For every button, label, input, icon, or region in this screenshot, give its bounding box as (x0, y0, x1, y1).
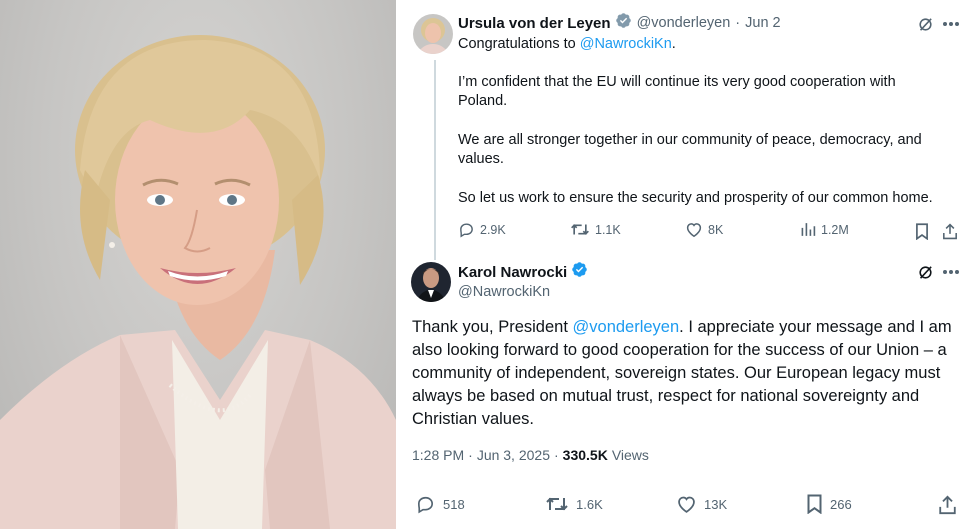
tweet1-intro-end: . (671, 36, 676, 52)
tweet2-repost-button[interactable]: 1.6K (545, 494, 603, 514)
tweet2-time[interactable]: 1:28 PM (412, 447, 464, 463)
tweet1-repost-button[interactable]: 1.1K (570, 221, 621, 238)
tweet2-separator: · (468, 447, 473, 463)
reply-icon (417, 496, 434, 514)
tweet2-reposts: 1.6K (576, 496, 603, 512)
tweet1-paragraph-1: I’m confident that the EU will continue … (458, 74, 896, 109)
grey-verified-badge-icon (615, 12, 632, 34)
tweet1-intro-text: Congratulations to (458, 36, 576, 52)
tweet1-handle[interactable]: @vonderleyen (637, 15, 731, 31)
karol-avatar-image (411, 262, 451, 302)
tweet2-header: Karol Nawrocki (458, 262, 588, 282)
tweet1-replies: 2.9K (480, 222, 506, 237)
tweet1-bookmark-icon[interactable] (912, 221, 932, 241)
tweet2-view-count: 330.5K (562, 447, 608, 463)
tweet1-likes: 8K (708, 222, 724, 237)
karol-avatar[interactable] (411, 262, 451, 302)
tweet2-separator-2: · (553, 447, 559, 463)
grok-icon[interactable] (914, 14, 936, 34)
repost-icon (546, 497, 568, 511)
tweet1-reply-button[interactable]: 2.9K (458, 221, 506, 238)
reply-icon (460, 223, 473, 238)
tweet1-separator: · (735, 15, 741, 31)
tweet2-handle[interactable]: @NawrockiKn (458, 284, 550, 300)
bookmark-icon (807, 494, 822, 514)
tweet2-replies: 518 (443, 496, 465, 512)
tweet2-views-label: Views (611, 447, 649, 463)
tweet1-like-button[interactable]: 8K (685, 221, 723, 238)
tweet2-timestamp-row: 1:28 PM · Jun 3, 2025 · 330.5K Views (412, 447, 649, 463)
thread-line (434, 60, 436, 260)
portrait-photo (0, 0, 396, 529)
tweet2-bookmarks: 266 (830, 496, 852, 512)
portrait-illustration (0, 35, 396, 529)
tweet1-views: 1.2M (821, 222, 849, 237)
tweet2-grok-icon[interactable] (914, 262, 936, 282)
tweet2-more-options-icon[interactable] (940, 262, 962, 282)
views-chart-icon (801, 223, 816, 236)
tweet1-intro: Congratulations to @NawrockiKn. (458, 35, 676, 54)
tweet1-mention-link[interactable]: @NawrockiKn (580, 36, 672, 52)
tweet2-like-button[interactable]: 13K (676, 494, 727, 514)
heart-icon (686, 223, 702, 238)
tweet2-mention-link[interactable]: @vonderleyen (573, 318, 680, 336)
tweet1-header: Ursula von der Leyen @vonderleyen · Jun … (458, 13, 781, 33)
tweet2-date[interactable]: Jun 3, 2025 (477, 447, 550, 463)
tweet2-author-name[interactable]: Karol Nawrocki (458, 264, 567, 281)
tweet1-paragraph-2: We are all stronger together in our comm… (458, 132, 922, 167)
heart-icon (678, 496, 695, 513)
blue-verified-badge-icon (571, 261, 588, 283)
tweet1-author-name[interactable]: Ursula von der Leyen (458, 15, 611, 32)
tweet1-share-icon[interactable] (940, 221, 960, 241)
ursula-avatar[interactable] (413, 14, 453, 54)
tweet1-reposts: 1.1K (595, 222, 621, 237)
tweet2-share-icon[interactable] (936, 494, 958, 516)
tweet2-body: Thank you, President @vonderleyen. I app… (412, 316, 964, 431)
tweet2-text-before: Thank you, President (412, 318, 573, 336)
tweet1-views-button[interactable]: 1.2M (800, 221, 849, 238)
tweet2-bookmark-button[interactable]: 266 (806, 494, 852, 514)
tweet1-paragraph-3: So let us work to ensure the security an… (458, 190, 933, 206)
more-options-icon[interactable] (940, 14, 962, 34)
tweet2-reply-button[interactable]: 518 (415, 494, 465, 514)
ursula-avatar-image (413, 14, 453, 54)
tweet1-date[interactable]: Jun 2 (745, 15, 780, 31)
repost-icon (571, 224, 589, 235)
tweet2-likes: 13K (704, 496, 728, 512)
